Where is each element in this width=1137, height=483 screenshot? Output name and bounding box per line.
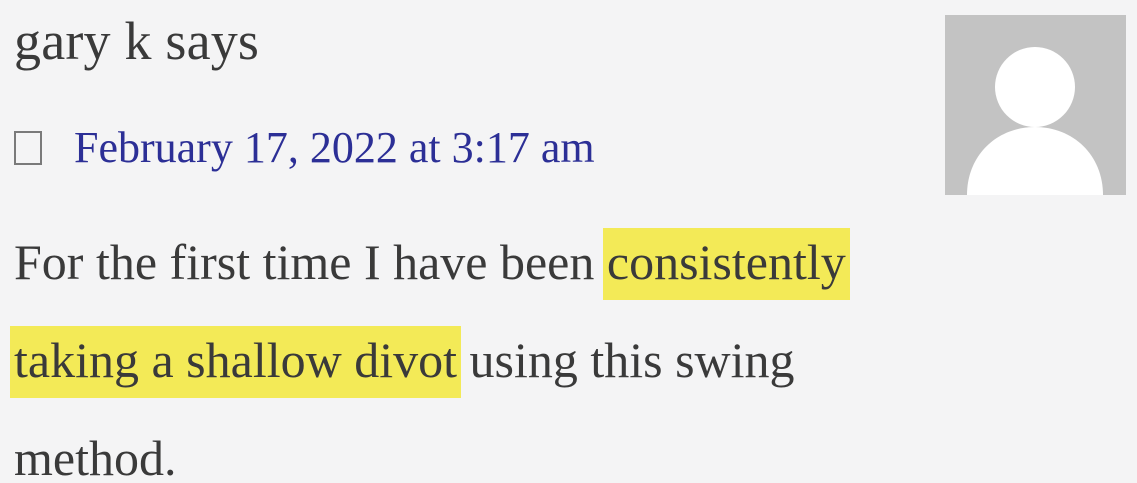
comment-text: For the first time I have been consisten… (10, 213, 1114, 483)
avatar (945, 15, 1126, 195)
highlighted-text: consistently (602, 228, 850, 300)
default-avatar-icon (945, 15, 1126, 195)
comment-meta: February 17, 2022 at 3:17 am (14, 122, 595, 172)
comment-text-part: For the first time I have been (14, 234, 607, 290)
comment-card: gary k says February 17, 2022 at 3:17 am… (0, 0, 1137, 483)
comment-date-link[interactable]: February 17, 2022 at 3:17 am (74, 122, 595, 173)
clock-icon (14, 131, 42, 165)
comment-text-part: method. (14, 430, 177, 483)
comment-author: gary k says (14, 11, 260, 71)
highlighted-text: taking a shallow divot (10, 326, 461, 398)
comment-text-part: using this swing (457, 332, 795, 388)
